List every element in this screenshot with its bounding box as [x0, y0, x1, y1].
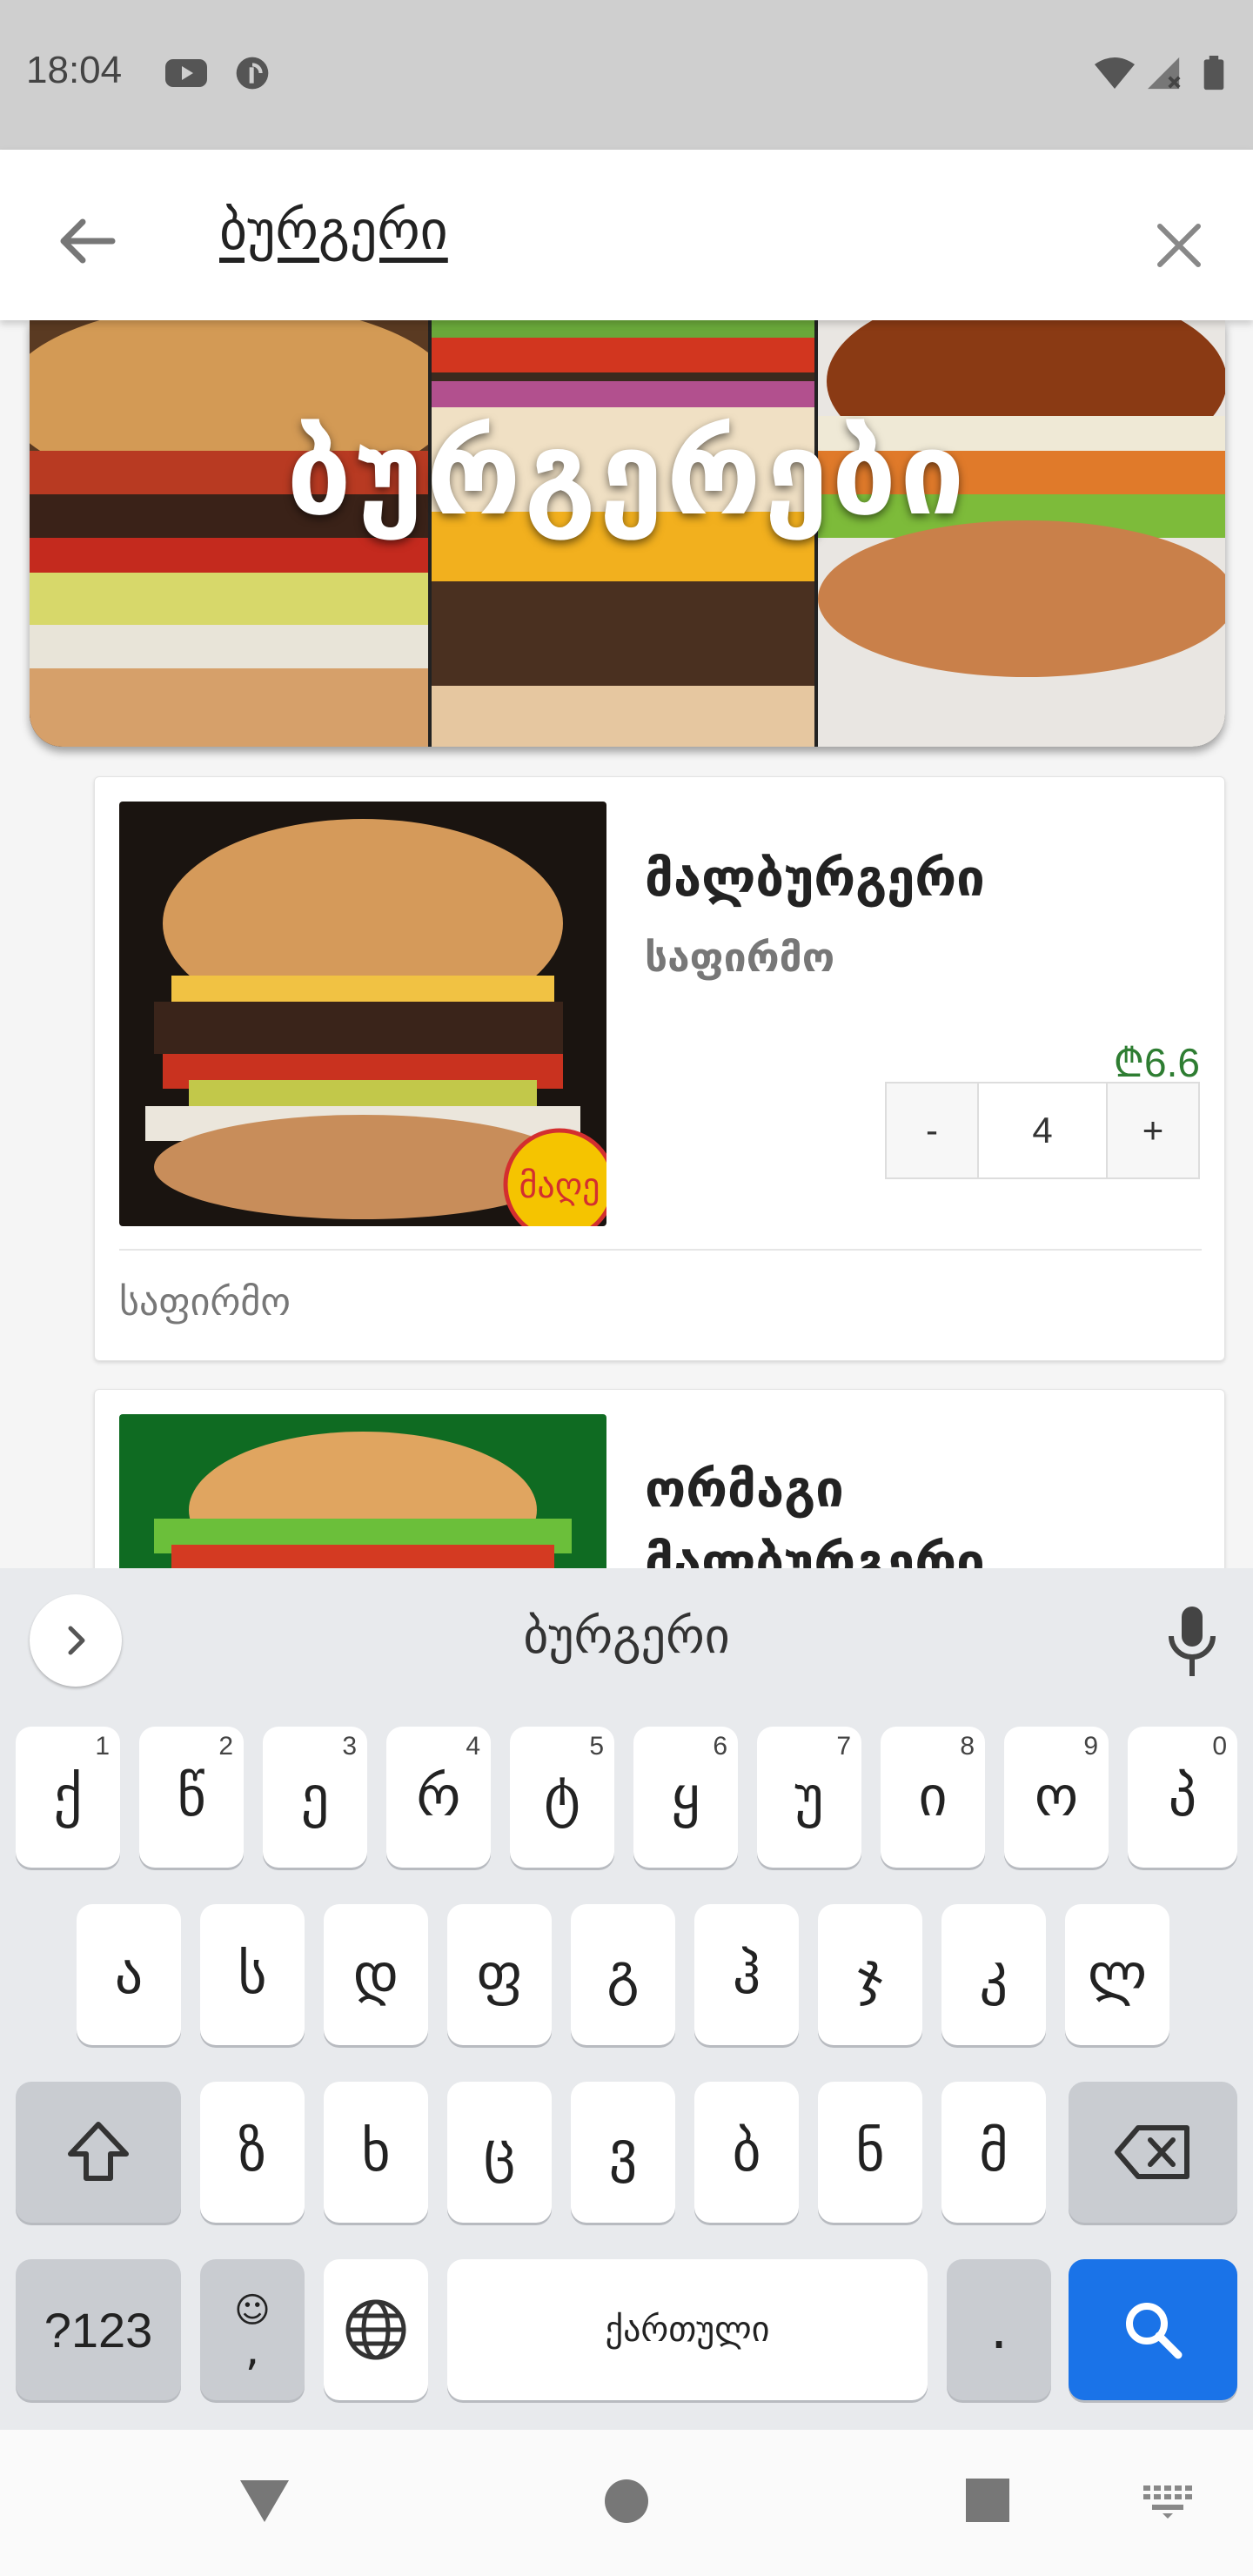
- signal-icon: [1148, 57, 1181, 90]
- burger-image: მაღე: [119, 802, 606, 1226]
- key-i[interactable]: ი8: [881, 1727, 985, 1868]
- recents-square-icon[interactable]: [964, 2477, 1011, 2524]
- key-y[interactable]: ყ6: [633, 1727, 738, 1868]
- product-card[interactable]: მაღე მალბურგერი საფირმო ₾6.6 - 4 + საფირ…: [94, 776, 1225, 1361]
- backspace-key[interactable]: [1069, 2082, 1237, 2223]
- results-list[interactable]: ბურგერები მაღე მალბურგერი საფირმო ₾6.6 -…: [0, 320, 1253, 1568]
- back-triangle-icon[interactable]: [237, 2477, 292, 2526]
- brand-badge: მაღე: [519, 1166, 600, 1206]
- clear-search-button[interactable]: [1131, 198, 1227, 293]
- product-image[interactable]: [119, 1414, 606, 1568]
- arrow-left-icon: [60, 218, 116, 264]
- key-c[interactable]: ც: [447, 2082, 552, 2223]
- suggestion-word[interactable]: ბურგერი: [0, 1608, 1253, 1665]
- keyboard: ბურგერი ქ1 წ2 ე3 რ4 ტ5 ყ6 უ7 ი8 ო9 პ0 ა …: [0, 1568, 1253, 2430]
- key-m[interactable]: მ: [941, 2082, 1046, 2223]
- search-icon: [1126, 2303, 1183, 2359]
- key-o[interactable]: ო9: [1004, 1727, 1109, 1868]
- card-divider: [119, 1249, 1202, 1251]
- banner-title: ბურგერები: [286, 407, 968, 541]
- key-b[interactable]: ბ: [694, 2082, 799, 2223]
- key-h[interactable]: ჰ: [694, 1904, 799, 2045]
- key-a[interactable]: ა: [77, 1904, 181, 2045]
- pocket-casts-icon: [236, 57, 269, 90]
- youtube-icon: [165, 59, 207, 87]
- suggestion-strip: ბურგერი: [0, 1568, 1253, 1707]
- product-image[interactable]: მაღე: [119, 802, 606, 1226]
- backspace-icon: [1115, 2125, 1189, 2179]
- battery-icon: [1203, 56, 1224, 91]
- key-q[interactable]: ქ1: [16, 1727, 120, 1868]
- search-input[interactable]: ბურგერი: [219, 198, 448, 262]
- key-k[interactable]: კ: [941, 1904, 1046, 2045]
- key-x[interactable]: ხ: [324, 2082, 428, 2223]
- key-v[interactable]: ვ: [571, 2082, 675, 2223]
- key-d[interactable]: დ: [324, 1904, 428, 2045]
- key-l[interactable]: ლ: [1065, 1904, 1169, 2045]
- navigation-bar: [0, 2430, 1253, 2576]
- product-price: ₾6.6: [1113, 1040, 1200, 1085]
- shift-icon: [68, 2122, 129, 2181]
- key-f[interactable]: ფ: [447, 1904, 552, 2045]
- key-r[interactable]: რ4: [386, 1727, 491, 1868]
- emoji-comma-key[interactable]: ☺ ,: [200, 2259, 305, 2400]
- period-key[interactable]: .: [947, 2259, 1051, 2400]
- status-bar: 18:04: [0, 0, 1253, 150]
- search-key[interactable]: [1069, 2259, 1237, 2400]
- key-p[interactable]: პ0: [1128, 1727, 1237, 1868]
- key-g[interactable]: გ: [571, 1904, 675, 2045]
- globe-icon: [345, 2299, 406, 2360]
- key-u[interactable]: უ7: [757, 1727, 861, 1868]
- product-footer: საფირმო: [119, 1280, 291, 1325]
- product-brand: საფირმო: [645, 934, 835, 981]
- key-w[interactable]: წ2: [139, 1727, 244, 1868]
- key-n[interactable]: ნ: [818, 2082, 922, 2223]
- product-name: ორმაგი: [645, 1459, 844, 1519]
- back-button[interactable]: [35, 193, 139, 289]
- product-name-line2: მალბურგერი: [645, 1533, 985, 1568]
- key-e[interactable]: ე3: [263, 1727, 367, 1868]
- product-card[interactable]: ორმაგი მალბურგერი: [94, 1389, 1225, 1568]
- home-circle-icon[interactable]: [602, 2477, 651, 2526]
- language-key[interactable]: [324, 2259, 428, 2400]
- symbols-key[interactable]: ?123: [16, 2259, 181, 2400]
- chevron-right-icon: [68, 1626, 85, 1655]
- increase-button[interactable]: +: [1108, 1083, 1198, 1177]
- close-icon: [1157, 224, 1201, 267]
- category-banner[interactable]: ბურგერები: [30, 320, 1225, 747]
- key-j[interactable]: ჯ: [818, 1904, 922, 2045]
- shift-key[interactable]: [16, 2082, 181, 2223]
- quantity-value[interactable]: 4: [977, 1083, 1108, 1177]
- suggestion-expand-button[interactable]: [30, 1594, 122, 1687]
- key-t[interactable]: ტ5: [510, 1727, 614, 1868]
- wifi-icon: [1095, 57, 1135, 89]
- quantity-stepper: - 4 +: [885, 1082, 1200, 1179]
- decrease-button[interactable]: -: [887, 1083, 977, 1177]
- search-header: ბურგერი: [0, 150, 1253, 320]
- burger-image: [119, 1414, 606, 1568]
- keyboard-switch-icon[interactable]: [1142, 2484, 1194, 2519]
- microphone-icon[interactable]: [1157, 1603, 1227, 1681]
- key-s[interactable]: ს: [200, 1904, 305, 2045]
- key-z[interactable]: ზ: [200, 2082, 305, 2223]
- status-time: 18:04: [26, 49, 123, 91]
- space-key[interactable]: ქართული: [447, 2259, 928, 2400]
- product-name: მალბურგერი: [645, 849, 985, 908]
